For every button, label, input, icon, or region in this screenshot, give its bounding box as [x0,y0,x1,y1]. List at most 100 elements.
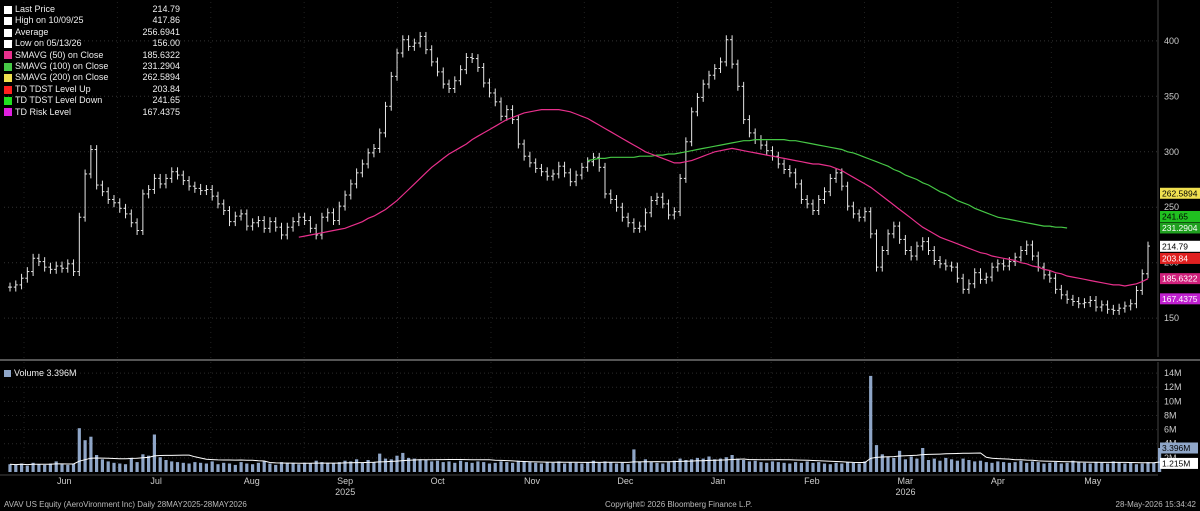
volume-tick-label: 8M [1164,410,1177,420]
volume-bar [60,464,64,472]
volume-bar [152,434,156,472]
legend-swatch-icon [4,108,12,117]
legend-value: 203.84 [152,83,180,94]
legend-label: Low on 05/13/26 [15,38,82,49]
volume-bar [54,461,58,472]
volume-bar [222,462,226,472]
volume-bar [817,462,821,472]
volume-bar [695,457,699,472]
volume-bar [268,463,272,472]
volume-legend: Volume 3.396M [4,368,77,378]
volume-bar [476,461,480,472]
legend-label: TD Risk Level [15,106,72,117]
legend-swatch-icon [4,74,12,83]
volume-bar [828,464,832,472]
volume-bar [580,463,584,472]
volume-bar [505,462,509,472]
price-tick-label: 300 [1164,147,1179,157]
volume-bar [493,462,497,472]
legend-average: Average 256.6941 [4,27,180,38]
volume-bar [135,462,139,472]
volume-bar [794,462,798,472]
volume-bar [996,461,1000,472]
volume-bar [892,457,896,472]
volume-bar [470,462,474,472]
volume-bar [1123,463,1127,472]
volume-bar [1054,462,1058,472]
legend-swatch-icon [4,96,12,105]
volume-bar [666,462,671,472]
volume-bar [1036,462,1040,472]
volume-bar [574,462,578,472]
price-volume-chart: 1502002503003504002M4M6M8M10M12M14MJunJu… [0,0,1200,511]
legend-swatch-icon [4,28,12,37]
volume-bar [89,436,93,472]
price-value-tag-label: 185.6322 [1162,274,1198,284]
volume-bar [620,462,624,472]
volume-bar [256,462,260,472]
volume-bar [360,462,364,472]
volume-bar [48,463,52,472]
volume-bar [378,453,382,472]
volume-bar [453,462,457,472]
volume-bar [401,452,405,472]
volume-bar [285,462,289,472]
volume-bar [1134,464,1138,472]
legend-swatch-icon [4,17,12,26]
volume-bar [441,462,445,472]
volume-bar [528,462,532,472]
legend-low: Low on 05/13/26 156.00 [4,38,180,49]
volume-bar [1071,460,1075,472]
volume-bar [909,456,913,472]
volume-tick-label: 10M [1164,396,1182,406]
price-value-tag-label: 214.79 [1162,241,1188,251]
volume-bar [187,463,191,472]
volume-bar [331,463,336,472]
volume-bar [1152,462,1156,472]
volume-bar [967,460,971,472]
price-value-tag-label: 241.65 [1162,211,1188,221]
volume-bar [1002,462,1006,472]
volume-bar [973,461,977,472]
footer-copyright: Copyright© 2026 Bloomberg Finance L.P. [605,500,753,509]
legend-value: 185.6322 [142,49,180,60]
month-label: Nov [524,476,541,486]
legend-label: Average [15,26,49,37]
volume-bar [77,428,81,472]
volume-bar [1030,461,1035,472]
legend-sma50: SMAVG (50) on Close 185.6322 [4,50,180,61]
volume-bar [776,462,780,472]
volume-bar [1042,463,1046,472]
legend-tdst-up: TD TDST Level Up 203.84 [4,84,180,95]
volume-bar [811,462,815,472]
volume-legend-label: Volume 3.396M [14,368,77,378]
volume-bar [118,463,122,472]
volume-bar [308,463,312,472]
chart-footer: AVAV US Equity (AeroVironment Inc) Daily… [0,499,1200,511]
footer-timestamp: 28-May-2026 15:34:42 [1115,500,1197,509]
price-legend: Last Price 214.79 High on 10/09/25 417.86 … [4,4,180,118]
legend-last-price: Last Price 214.79 [4,4,180,15]
volume-bar [730,455,734,472]
volume-bar [1117,462,1121,472]
volume-bar [1140,463,1144,472]
volume-bar [851,462,855,472]
volume-bar [424,460,428,472]
volume-bar [921,448,925,472]
footer-security: AVAV US Equity (AeroVironment Inc) Daily… [4,500,247,509]
volume-bar [418,459,422,472]
legend-label: SMAVG (100) on Close [15,61,109,72]
volume-bar [626,464,630,472]
volume-bar [736,458,740,472]
volume-bar [395,455,399,472]
volume-tick-label: 6M [1164,425,1177,435]
volume-bar [1059,463,1063,472]
volume-bar [274,464,278,472]
volume-bar [430,461,434,472]
volume-bar [649,462,653,472]
year-label: 2025 [335,487,355,497]
volume-bar [262,461,266,472]
volume-bar [204,463,208,472]
volume-bar [609,462,613,472]
legend-value: 256.6941 [142,26,180,37]
